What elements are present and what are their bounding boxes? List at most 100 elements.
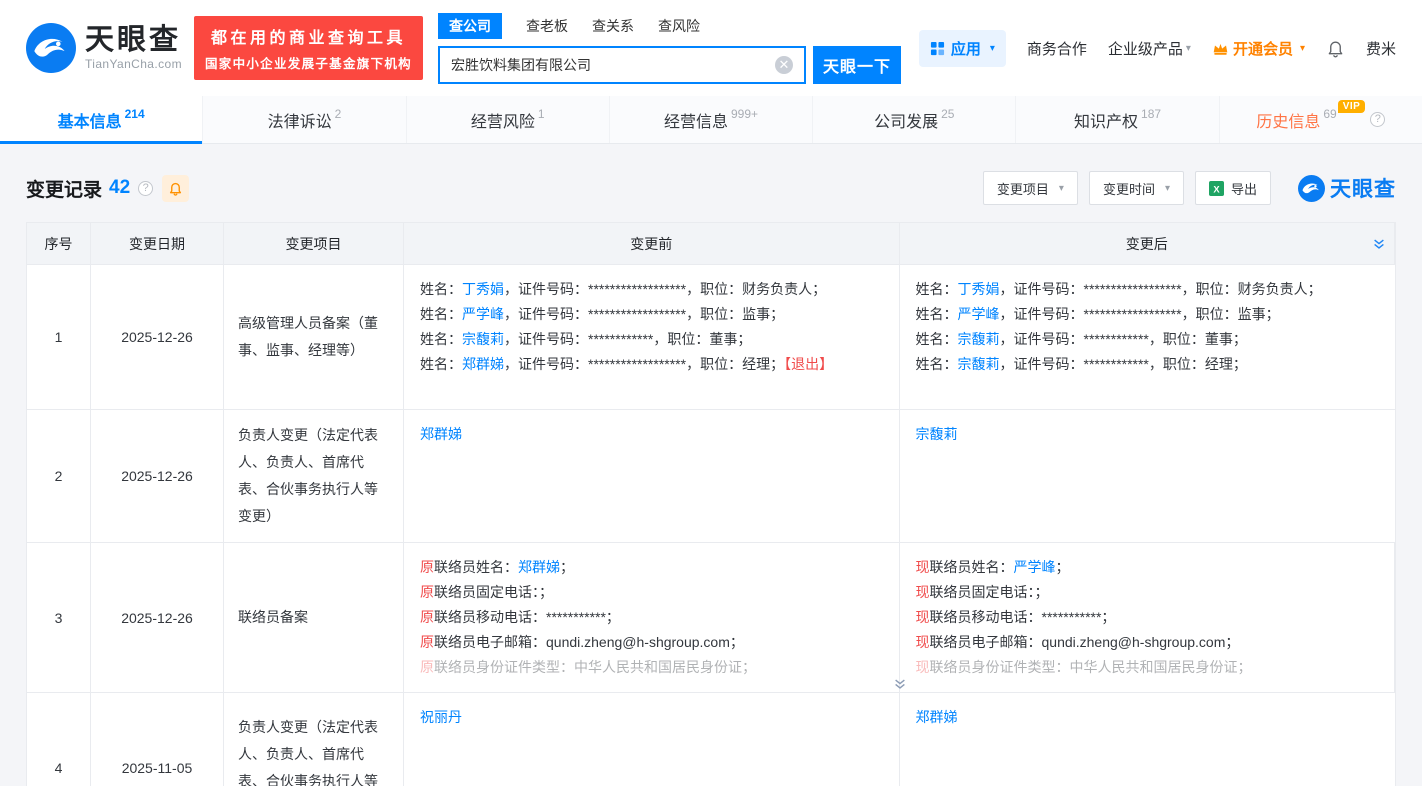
collapse-all-icon[interactable] — [1372, 237, 1386, 251]
text-segment: 联络员电子邮箱：qundi.zheng@h-shgroup.com； — [434, 634, 744, 650]
person-link[interactable]: 严学峰 — [462, 306, 504, 322]
text-segment: 姓名： — [420, 281, 462, 297]
change-line: 姓名：丁秀娟，证件号码：******************，职位：财务负责人； — [420, 277, 883, 302]
change-item-label: 负责人变更（法定代表人、负责人、首席代表、合伙事务执行人等变更） — [238, 714, 389, 786]
table-header-row: 序号变更日期变更项目变更前变更后 — [27, 223, 1395, 265]
person-link[interactable]: 郑群娣 — [420, 426, 462, 442]
text-segment: ，证件号码：************，职位：董事； — [1000, 331, 1247, 347]
tab-2[interactable]: 法律诉讼2 — [202, 96, 405, 143]
tab-6[interactable]: 知识产权187 — [1015, 96, 1218, 143]
user-menu[interactable]: 费米 — [1366, 38, 1396, 59]
banner-line2: 国家中小企业发展子基金旗下机构 — [205, 53, 412, 72]
text-segment: 联络员固定电话：； — [930, 584, 1049, 600]
help-icon[interactable]: ? — [1370, 112, 1385, 127]
filter-change-time-label: 变更时间 — [1103, 179, 1155, 198]
red-text: 现 — [916, 609, 930, 625]
person-link[interactable]: 郑群娣 — [518, 559, 560, 575]
search-tab-4[interactable]: 查风险 — [658, 16, 700, 36]
open-vip-button[interactable]: 开通会员 ▾ — [1212, 38, 1305, 59]
person-link[interactable]: 宗馥莉 — [958, 356, 1000, 372]
tab-4[interactable]: 经营信息999+ — [609, 96, 812, 143]
chevron-down-icon: ▾ — [1059, 183, 1064, 194]
nav-enterprise-products[interactable]: 企业级产品 ▾ — [1108, 38, 1191, 59]
red-text: 原 — [420, 584, 434, 600]
change-date: 2025-12-26 — [91, 265, 224, 409]
person-link[interactable]: 宗馥莉 — [462, 331, 504, 347]
tab-count: 214 — [125, 107, 145, 121]
red-text: 【退出】 — [784, 356, 833, 372]
change-line: 现联络员身份证件类型：中华人民共和国居民身份证； — [916, 655, 1379, 680]
person-link[interactable]: 丁秀娟 — [462, 281, 504, 297]
vip-label: 开通会员 — [1233, 38, 1293, 59]
text-segment: 联络员电子邮箱：qundi.zheng@h-shgroup.com； — [930, 634, 1240, 650]
column-header: 变更后 — [900, 223, 1396, 264]
person-link[interactable]: 丁秀娟 — [958, 281, 1000, 297]
search-input[interactable] — [451, 57, 775, 73]
search-button[interactable]: 天眼一下 — [813, 46, 901, 84]
promo-banner: 都在用的商业查询工具 国家中小企业发展子基金旗下机构 — [194, 16, 423, 80]
search-tabs: 查公司 查老板 查关系 查风险 — [438, 13, 901, 39]
text-segment: ，证件号码：******************，职位：财务负责人； — [1000, 281, 1322, 297]
tab-count: 69 — [1323, 107, 1336, 121]
after-cell: 现联络员姓名：严学峰；现联络员固定电话：；现联络员移动电话：**********… — [900, 543, 1396, 692]
top-bar: 天眼查 TianYanCha.com 都在用的商业查询工具 国家中小企业发展子基… — [0, 0, 1422, 96]
tianyancha-watermark-icon — [1298, 175, 1325, 202]
tab-1[interactable]: 基本信息214 — [0, 96, 202, 143]
tianyancha-watermark: 天眼查 — [1298, 173, 1396, 203]
apps-menu[interactable]: 应用 ▾ — [919, 30, 1006, 67]
person-link[interactable]: 宗馥莉 — [958, 331, 1000, 347]
search-tab-3[interactable]: 查关系 — [592, 16, 634, 36]
tab-count: 2 — [335, 107, 342, 121]
clear-search-icon[interactable]: ✕ — [775, 56, 793, 74]
search-tab-2[interactable]: 查老板 — [526, 16, 568, 36]
section-title: 变更记录 — [26, 175, 102, 202]
vip-badge: VIP — [1338, 100, 1366, 113]
table-row: 42025-11-05负责人变更（法定代表人、负责人、首席代表、合伙事务执行人等… — [27, 693, 1395, 786]
tianyancha-logo[interactable]: 天眼查 TianYanCha.com — [26, 23, 182, 73]
change-line: 现联络员姓名：严学峰； — [916, 555, 1379, 580]
filter-change-time-dropdown[interactable]: 变更时间 ▾ — [1089, 171, 1184, 205]
filter-change-item-label: 变更项目 — [997, 179, 1049, 198]
person-link[interactable]: 宗馥莉 — [916, 426, 958, 442]
section-count: 42 — [109, 177, 130, 199]
change-date: 2025-12-26 — [91, 543, 224, 692]
chevron-down-icon: ▾ — [1186, 43, 1191, 54]
help-icon[interactable]: ? — [138, 181, 153, 196]
change-line: 祝丽丹 — [420, 705, 883, 730]
subscribe-bell-button[interactable] — [162, 175, 189, 202]
text-segment: ，证件号码：******************，职位：监事； — [504, 306, 784, 322]
notifications-bell-icon[interactable] — [1326, 39, 1345, 58]
text-segment: ，证件号码：************，职位：经理； — [1000, 356, 1247, 372]
row-number: 3 — [27, 543, 91, 692]
person-link[interactable]: 郑群娣 — [916, 709, 958, 725]
tab-label: 基本信息 — [58, 108, 122, 132]
change-line: 姓名：严学峰，证件号码：******************，职位：监事； — [420, 302, 883, 327]
top-nav: 应用 ▾ 商务合作 企业级产品 ▾ 开通会员 ▾ 费米 — [919, 30, 1396, 67]
before-cell: 郑群娣 — [404, 410, 900, 542]
tab-label: 经营信息 — [664, 108, 728, 132]
tab-3[interactable]: 经营风险1 — [406, 96, 609, 143]
change-line: 郑群娣 — [916, 705, 1380, 730]
expand-row-icon[interactable] — [893, 677, 907, 691]
export-button[interactable]: X 导出 — [1195, 171, 1271, 205]
tab-7[interactable]: 历史信息69VIP? — [1219, 96, 1422, 143]
change-line: 现联络员固定电话：； — [916, 580, 1379, 605]
row-number: 2 — [27, 410, 91, 542]
person-link[interactable]: 祝丽丹 — [420, 709, 462, 725]
tab-label: 历史信息 — [1256, 108, 1320, 132]
text-segment: 姓名： — [420, 356, 462, 372]
tab-count: 187 — [1141, 107, 1161, 121]
nav-business-cooperation[interactable]: 商务合作 — [1027, 38, 1087, 59]
after-cell: 姓名：丁秀娟，证件号码：******************，职位：财务负责人；… — [900, 265, 1396, 409]
search-tab-1[interactable]: 查公司 — [438, 13, 502, 39]
person-link[interactable]: 严学峰 — [958, 306, 1000, 322]
row-number: 1 — [27, 265, 91, 409]
filter-change-item-dropdown[interactable]: 变更项目 ▾ — [983, 171, 1078, 205]
person-link[interactable]: 严学峰 — [1014, 559, 1056, 575]
person-link[interactable]: 郑群娣 — [462, 356, 504, 372]
after-cell: 宗馥莉 — [900, 410, 1396, 542]
change-line: 原联络员身份证件类型：中华人民共和国居民身份证； — [420, 655, 883, 680]
tab-5[interactable]: 公司发展25 — [812, 96, 1015, 143]
apps-grid-icon — [930, 41, 945, 56]
text-segment: ，证件号码：******************，职位：财务负责人； — [504, 281, 826, 297]
